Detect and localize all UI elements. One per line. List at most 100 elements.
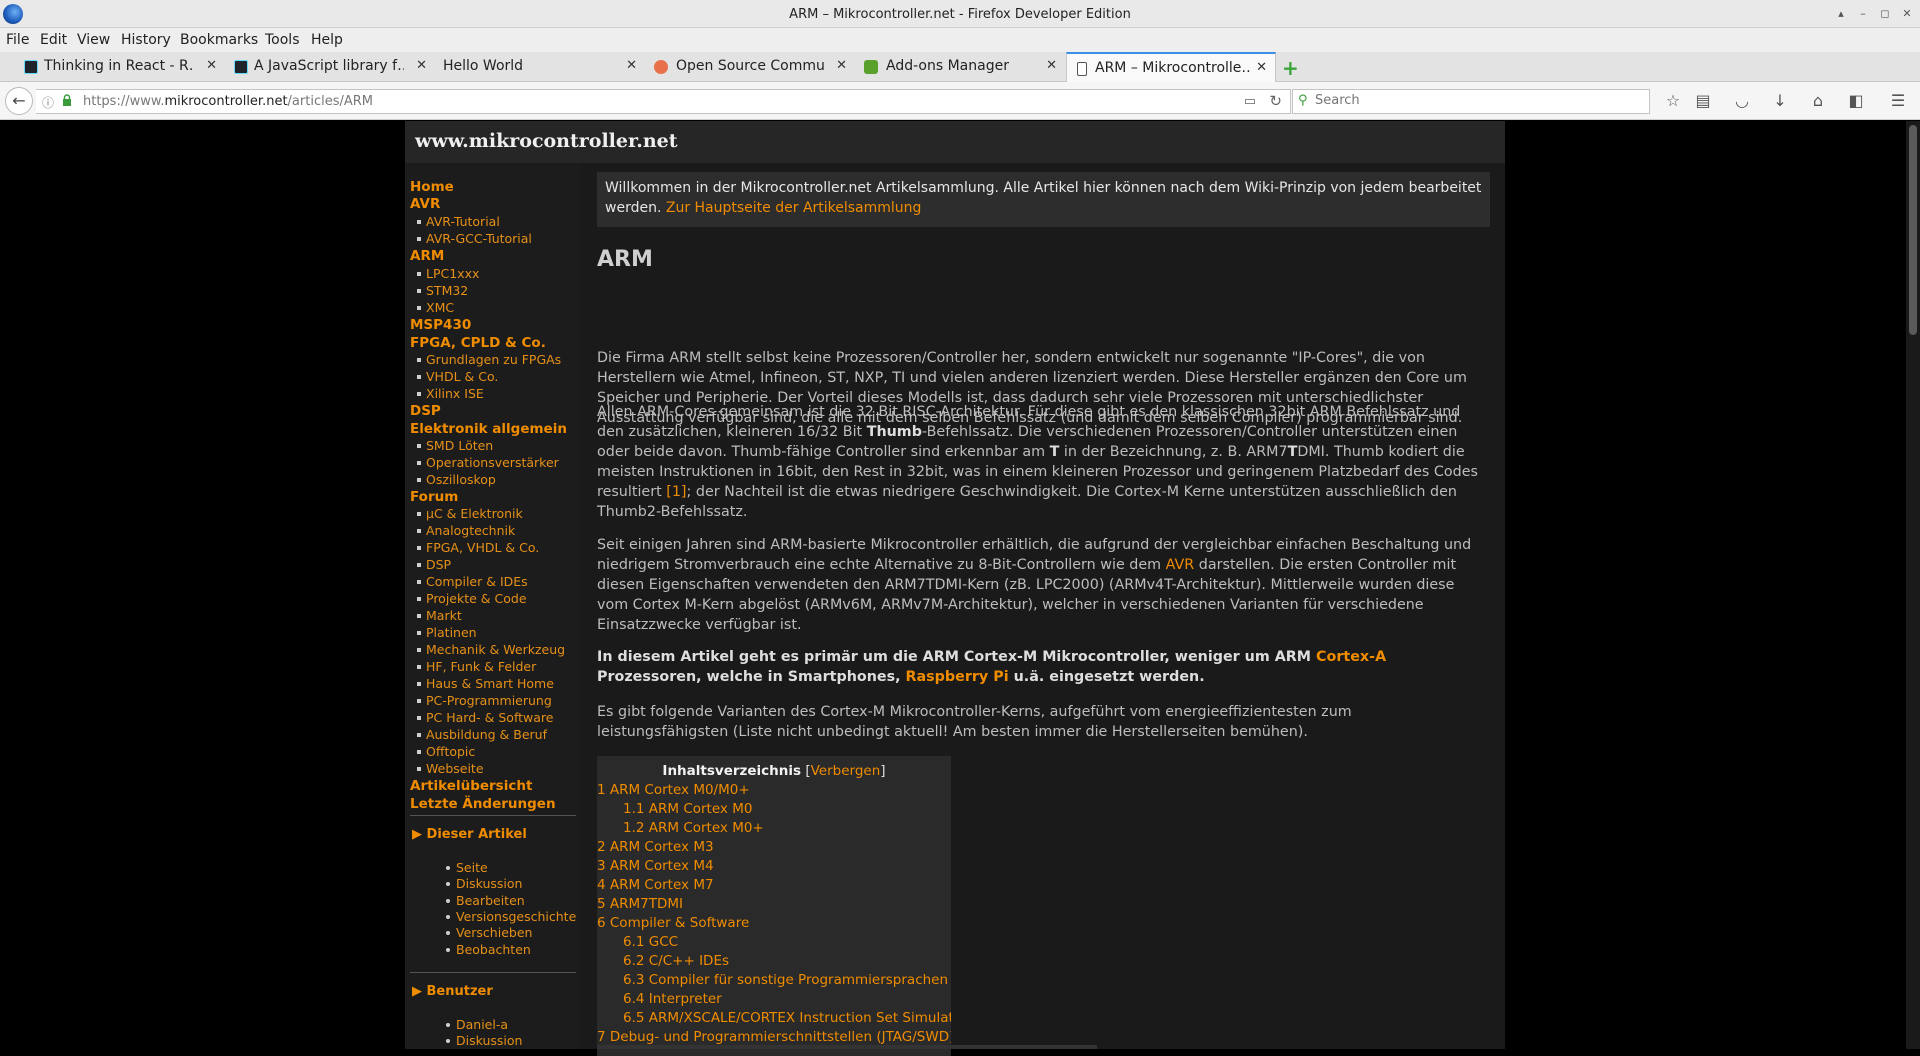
avr-link[interactable]: AVR [1166, 557, 1195, 573]
tab-addons-manager[interactable]: Add-ons Manager ✕ [860, 52, 1059, 82]
sidebar-arm-item[interactable]: XMC [416, 300, 454, 315]
toc-item[interactable]: 3 ARM Cortex M4 [597, 858, 714, 874]
toc-item[interactable]: 1.2 ARM Cortex M0+ [623, 820, 764, 836]
tab-open-source[interactable]: Open Source Commu… ✕ [650, 52, 849, 82]
sidebar-forum-item[interactable]: Projekte & Code [417, 591, 527, 606]
tab-arm-mikrocontroller[interactable]: ARM – Mikrocontrolle… ✕ [1066, 52, 1276, 82]
new-tab-button[interactable]: + [1282, 56, 1299, 80]
dieser-artikel-toggle[interactable]: ▶ Dieser Artikel [412, 827, 527, 842]
sidebar-letzte-aenderungen[interactable]: Letzte Änderungen [410, 796, 556, 812]
article-action-link[interactable]: Versionsgeschichte [445, 909, 576, 924]
address-bar[interactable]: ⓘ https://www.mikrocontroller.net/articl… [36, 89, 1291, 114]
menu-view[interactable]: View [77, 32, 110, 48]
tab-thinking-in-react[interactable]: Thinking in React - R… ✕ [20, 52, 219, 82]
toc-item[interactable]: 6.1 GCC [623, 934, 678, 950]
sidebar-elektronik-item[interactable]: Oszilloskop [417, 472, 496, 487]
close-tab-icon[interactable]: ✕ [206, 58, 217, 73]
site-name[interactable]: www.mikrocontroller.net [415, 130, 678, 152]
scrollbar-thumb[interactable] [1909, 125, 1917, 335]
sidebar-forum-item[interactable]: µC & Elektronik [417, 506, 523, 521]
close-tab-icon[interactable]: ✕ [626, 58, 637, 73]
vertical-scrollbar[interactable] [1906, 121, 1920, 1049]
toc-item[interactable]: 5 ARM7TDMI [597, 896, 683, 912]
info-icon[interactable]: ⓘ [42, 94, 54, 111]
menu-edit[interactable]: Edit [40, 32, 67, 48]
search-box[interactable]: ⚲ [1292, 89, 1650, 114]
home-icon[interactable]: ⌂ [1807, 91, 1829, 110]
tab-hello-world[interactable]: Hello World ✕ [440, 52, 639, 82]
tab-javascript-library[interactable]: A JavaScript library f… ✕ [230, 52, 429, 82]
sidebar-forum-item[interactable]: Haus & Smart Home [417, 676, 554, 691]
toc-item[interactable]: 6.3 Compiler für sonstige Programmierspr… [623, 972, 948, 988]
sidebar-forum-item[interactable]: Offtopic [416, 744, 475, 759]
article-action-link[interactable]: Diskussion [445, 876, 522, 891]
bookmarks-list-icon[interactable]: ▤ [1692, 91, 1714, 110]
menu-bookmarks[interactable]: Bookmarks [180, 32, 258, 48]
sidebar-forum-item[interactable]: PC-Programmierung [417, 693, 552, 708]
article-action-link[interactable]: Verschieben [445, 925, 532, 940]
toc-item[interactable]: 6 Compiler & Software [597, 915, 749, 931]
menu-help[interactable]: Help [311, 32, 343, 48]
sidebar-forum-item[interactable]: Platinen [417, 625, 477, 640]
toc-item[interactable]: 4 ARM Cortex M7 [597, 877, 714, 893]
menu-tools[interactable]: Tools [265, 32, 300, 48]
sidebar-avr-item[interactable]: AVR-GCC-Tutorial [417, 231, 532, 246]
horizontal-scrollbar[interactable] [597, 1045, 1097, 1049]
close-tab-icon[interactable]: ✕ [1256, 60, 1267, 75]
sidebar-forum-item[interactable]: Compiler & IDEs [417, 574, 528, 589]
sidebar-forum-item[interactable]: Markt [417, 608, 462, 623]
sidebar-forum-item[interactable]: Webseite [417, 761, 484, 776]
sidebar-forum-item[interactable]: Mechanik & Werkzeug [416, 642, 565, 657]
sidebar-fpga-item[interactable]: VHDL & Co. [416, 369, 498, 384]
close-tab-icon[interactable]: ✕ [836, 58, 847, 73]
bookmark-star-icon[interactable]: ☆ [1662, 91, 1684, 110]
sidebar-forum-item[interactable]: HF, Funk & Felder [416, 659, 536, 674]
footnote-link[interactable]: [1] [666, 484, 686, 500]
minimize-icon[interactable]: – [1854, 5, 1872, 23]
cortex-a-link[interactable]: Cortex-A [1316, 649, 1386, 665]
sidebar-arm[interactable]: ARM [410, 248, 444, 264]
sidebar-forum-item[interactable]: Analogtechnik [416, 523, 515, 538]
main-page-link[interactable]: Zur Hauptseite der Artikelsammlung [666, 200, 922, 216]
user-action-link[interactable]: Daniel-a [445, 1017, 508, 1032]
sidebar-fpga-item[interactable]: Grundlagen zu FPGAs [416, 352, 561, 367]
downloads-icon[interactable]: ↓ [1769, 91, 1791, 110]
toc-item[interactable]: 6.5 ARM/XSCALE/CORTEX Instruction Set Si… [623, 1010, 951, 1026]
close-window-icon[interactable]: ✕ [1898, 5, 1916, 23]
hamburger-menu-icon[interactable]: ☰ [1887, 91, 1909, 110]
benutzer-toggle[interactable]: ▶ Benutzer [412, 984, 493, 999]
toc-item[interactable]: 6.4 Interpreter [623, 991, 722, 1007]
sidebar-forum-item[interactable]: PC Hard- & Software [416, 710, 553, 725]
toc-item[interactable]: 1 ARM Cortex M0/M0+ [597, 782, 750, 798]
sidebar-home[interactable]: Home [410, 179, 454, 195]
sidebar-msp430[interactable]: MSP430 [410, 317, 471, 333]
sidebar-elektronik-item[interactable]: SMD Löten [416, 438, 493, 453]
toc-hide-link[interactable]: Verbergen [811, 763, 881, 779]
sidebar-forum[interactable]: Forum [410, 489, 458, 505]
close-tab-icon[interactable]: ✕ [1046, 58, 1057, 73]
search-input[interactable] [1315, 93, 1635, 108]
article-action-link[interactable]: Beobachten [446, 942, 531, 957]
sidebar-avr-item[interactable]: AVR-Tutorial [417, 214, 500, 229]
toc-item[interactable]: 2 ARM Cortex M3 [597, 839, 714, 855]
sidebar-arm-item[interactable]: LPC1xxx [416, 266, 479, 281]
sidebar-fpga[interactable]: FPGA, CPLD & Co. [410, 335, 546, 351]
close-tab-icon[interactable]: ✕ [416, 58, 427, 73]
pocket-icon[interactable]: ◡ [1731, 91, 1753, 110]
sidebar-forum-item[interactable]: DSP [416, 557, 451, 572]
user-action-link[interactable]: Diskussion [445, 1033, 522, 1048]
reader-view-icon[interactable]: ▭ [1244, 94, 1256, 109]
menu-history[interactable]: History [121, 32, 171, 48]
back-button[interactable]: ← [5, 87, 33, 115]
sidebar-forum-item[interactable]: Ausbildung & Beruf [416, 727, 547, 742]
raspberry-pi-link[interactable]: Raspberry Pi [906, 669, 1009, 685]
toc-item[interactable]: 6.2 C/C++ IDEs [623, 953, 729, 969]
sidebar-avr[interactable]: AVR [410, 196, 440, 212]
article-action-link[interactable]: Bearbeiten [446, 893, 525, 908]
sidebar-fpga-item[interactable]: Xilinx ISE [417, 386, 484, 401]
sidebar-elektronik-item[interactable]: Operationsverstärker [417, 455, 559, 470]
sidebar-arm-item[interactable]: STM32 [416, 283, 468, 298]
toc-item[interactable]: 7 Debug- und Programmierschnittstellen (… [597, 1029, 951, 1045]
menu-file[interactable]: File [6, 32, 29, 48]
developer-icon[interactable]: ◧ [1845, 91, 1867, 110]
